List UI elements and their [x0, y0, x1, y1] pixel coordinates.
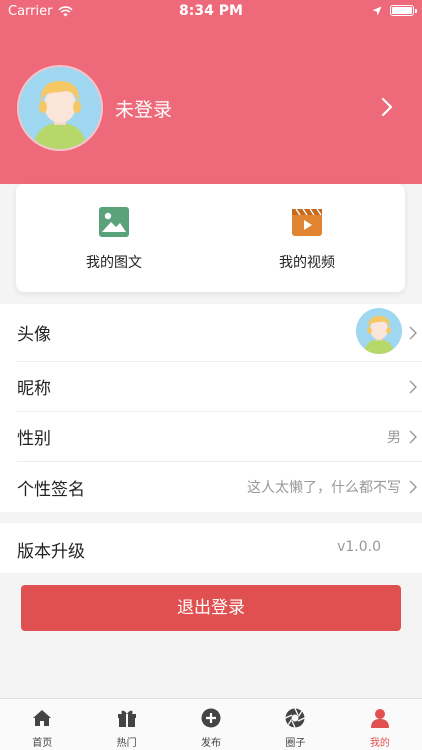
tab-hot-label: 热门 — [116, 738, 137, 749]
logout-button[interactable]: 退出登录 — [21, 585, 401, 631]
aperture-icon — [285, 708, 306, 728]
avatar-illustration — [19, 67, 101, 149]
tab-publish-label: 发布 — [201, 738, 222, 749]
my-videos-label: 我的视频 — [279, 255, 335, 271]
tab-circle[interactable]: 圈子 — [253, 699, 337, 750]
chevron-right-icon — [381, 97, 393, 117]
location-icon — [372, 6, 382, 15]
avatar-thumbnail — [356, 308, 402, 354]
tab-home[interactable]: 首页 — [0, 699, 84, 750]
version-label: 版本升级 — [17, 542, 85, 562]
add-circle-icon — [201, 708, 221, 728]
profile-header: Carrier 8:34 PM 未登录 — [0, 0, 422, 184]
image-icon — [99, 207, 129, 237]
chevron-right-icon — [409, 326, 417, 339]
my-videos-button[interactable]: 我的视频 — [247, 206, 367, 272]
avatar[interactable] — [17, 65, 103, 151]
video-icon — [292, 208, 322, 236]
my-posts-label: 我的图文 — [86, 255, 142, 271]
battery-icon — [390, 5, 417, 16]
login-status: 未登录 — [115, 98, 173, 121]
profile-login-row[interactable]: 未登录 — [17, 65, 407, 151]
chevron-right-icon — [409, 480, 417, 494]
gender-setting-row[interactable]: 性别 男 — [17, 412, 422, 462]
home-icon — [33, 710, 52, 726]
tab-bar: 首页 热门 发布 圈子 我的 — [0, 698, 422, 750]
tab-publish[interactable]: 发布 — [169, 699, 253, 750]
gender-value: 男 — [387, 429, 401, 446]
user-icon — [370, 709, 389, 728]
tab-circle-label: 圈子 — [285, 738, 306, 749]
chevron-right-icon — [409, 430, 417, 443]
version-value: v1.0.0 — [337, 539, 381, 555]
my-posts-button[interactable]: 我的图文 — [54, 206, 174, 272]
shortcut-card: 我的图文 我的视频 — [16, 184, 405, 292]
avatar-setting-row[interactable]: 头像 — [17, 304, 422, 362]
avatar-setting-label: 头像 — [17, 325, 51, 345]
nickname-setting-label: 昵称 — [17, 379, 51, 399]
status-time: 8:34 PM — [179, 3, 243, 19]
status-right — [372, 5, 417, 16]
tab-home-label: 首页 — [32, 738, 53, 749]
settings-list: 头像 昵称 性别 男 个性签名 这人太懒了，什么都不写 — [0, 304, 422, 512]
status-bar: Carrier 8:34 PM — [0, 0, 422, 24]
gift-icon — [117, 710, 136, 727]
version-row[interactable]: 版本升级 v1.0.0 — [0, 523, 422, 573]
chevron-right-icon — [409, 380, 417, 393]
signature-setting-label: 个性签名 — [17, 479, 85, 500]
gender-setting-label: 性别 — [17, 429, 51, 449]
signature-setting-row[interactable]: 个性签名 这人太懒了，什么都不写 — [17, 462, 422, 512]
signature-value: 这人太懒了，什么都不写 — [247, 480, 401, 496]
tab-mine-label: 我的 — [369, 738, 390, 749]
nickname-setting-row[interactable]: 昵称 — [17, 362, 422, 412]
tab-mine[interactable]: 我的 — [338, 699, 422, 750]
tab-hot[interactable]: 热门 — [84, 699, 168, 750]
